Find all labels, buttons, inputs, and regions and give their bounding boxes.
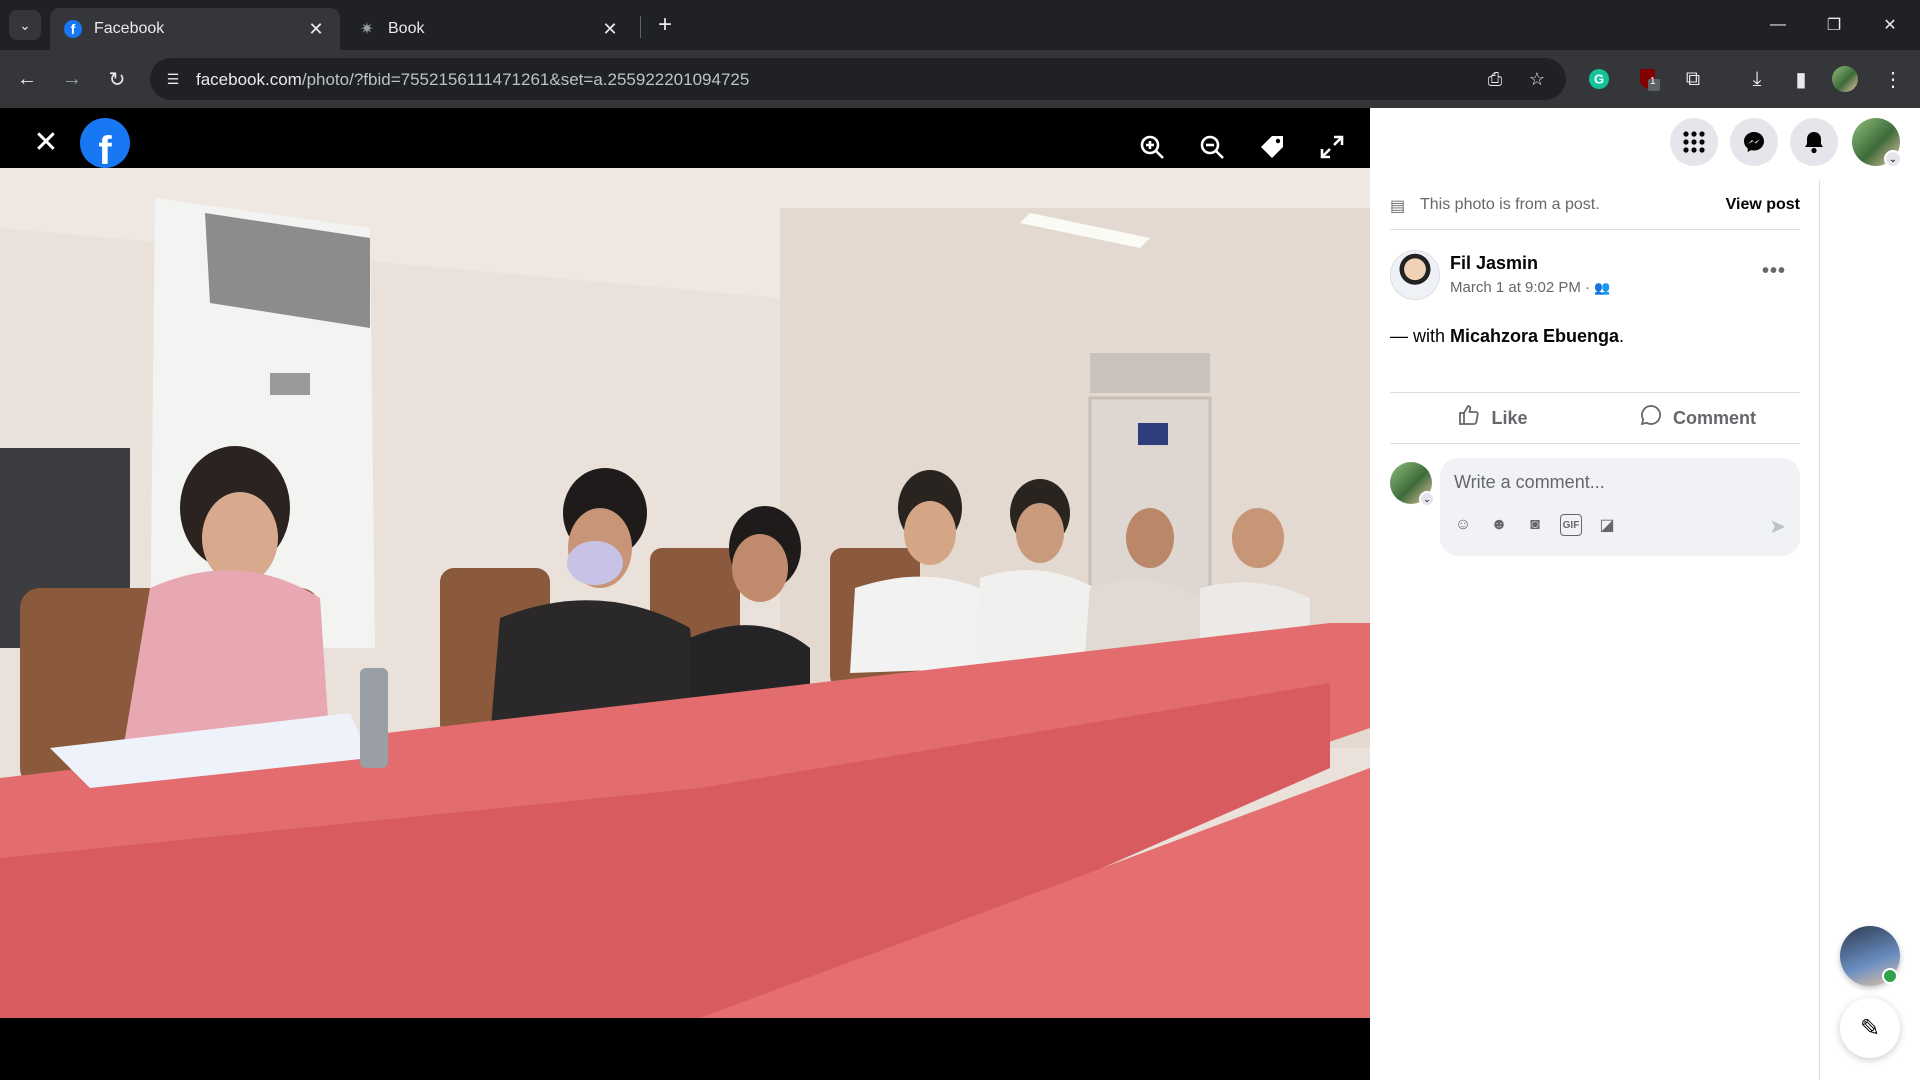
close-icon[interactable]: ✕: [28, 124, 64, 160]
comment-tools: ☺ ☻ ◙ GIF ◪: [1452, 514, 1618, 536]
tab-close-icon[interactable]: ✕: [600, 19, 620, 40]
post-photo-image: [0, 168, 1370, 1018]
close-window-button[interactable]: ✕: [1862, 0, 1918, 50]
minimize-button[interactable]: —: [1750, 0, 1806, 50]
ublock-extension-icon[interactable]: 1: [1634, 64, 1664, 94]
post-photo[interactable]: [0, 168, 1370, 1018]
chat-contact-avatar[interactable]: [1840, 926, 1900, 986]
profile-avatar-icon[interactable]: [1830, 64, 1860, 94]
fullscreen-icon[interactable]: [1315, 130, 1349, 164]
tab-close-icon[interactable]: ✕: [306, 19, 326, 40]
browser-toolbar: ← → ↻ ☰ facebook.com/photo/?fbid=7552156…: [0, 50, 1920, 108]
chevron-down-icon: ⌄: [1419, 491, 1435, 507]
tab-title: Facebook: [94, 20, 165, 37]
new-message-button[interactable]: ✎: [1840, 998, 1900, 1058]
back-button[interactable]: ←: [12, 64, 42, 94]
tab-divider: [640, 16, 641, 38]
zoom-in-icon[interactable]: [1135, 130, 1169, 164]
download-icon[interactable]: ⤓: [1742, 64, 1772, 94]
comment-placeholder: Write a comment...: [1454, 472, 1605, 492]
camera-icon[interactable]: ◙: [1524, 514, 1546, 536]
book-favicon-icon: ✷: [360, 21, 374, 38]
caption-with: — with: [1390, 326, 1451, 346]
tagged-person[interactable]: Micahzora Ebuenga: [1450, 326, 1619, 346]
svg-text:G: G: [1594, 72, 1604, 87]
more-options-icon[interactable]: •••: [1762, 260, 1786, 283]
tag-icon[interactable]: [1255, 130, 1289, 164]
post-caption: — with Micahzora Ebuenga.: [1390, 326, 1624, 347]
caption-suffix: .: [1619, 326, 1625, 346]
like-label: Like: [1491, 407, 1528, 428]
post-notice-icon: ▤: [1390, 198, 1406, 215]
grammarly-extension-icon[interactable]: G: [1584, 64, 1614, 94]
extensions-puzzle-icon[interactable]: ⧉: [1678, 64, 1708, 94]
tab-search-button[interactable]: ⌄: [9, 10, 41, 40]
install-app-icon[interactable]: ⎙: [1484, 68, 1506, 90]
comment-input[interactable]: Write a comment... ☺ ☻ ◙ GIF ◪ ➤: [1440, 458, 1800, 556]
address-bar[interactable]: ☰ facebook.com/photo/?fbid=7552156111471…: [150, 58, 1566, 100]
url-host: facebook.com: [196, 70, 302, 89]
comment-button[interactable]: Comment: [1595, 393, 1800, 443]
post-author: Fil Jasmin March 1 at 9:02 PM · 👥 •••: [1390, 250, 1800, 310]
send-icon[interactable]: ➤: [1769, 514, 1786, 539]
restore-button[interactable]: ❐: [1806, 0, 1862, 50]
facebook-header-icons: [1370, 108, 1920, 180]
emoji-icon[interactable]: ☻: [1488, 514, 1510, 536]
tab-facebook[interactable]: f Facebook ✕: [50, 8, 340, 50]
author-name[interactable]: Fil Jasmin: [1450, 253, 1538, 274]
forward-button[interactable]: →: [57, 64, 87, 94]
online-status-dot: [1882, 968, 1898, 984]
friends-audience-icon: 👥: [1594, 280, 1611, 295]
url-path: /photo/?fbid=7552156111471261&set=a.2559…: [301, 70, 750, 89]
site-info-icon[interactable]: ☰: [162, 68, 184, 90]
side-panel-icon[interactable]: ▮: [1786, 64, 1816, 94]
chevron-down-icon: ⌄: [1884, 150, 1902, 168]
new-tab-button[interactable]: +: [650, 10, 680, 40]
comment-composer: ⌄ Write a comment... ☺ ☻ ◙ GIF ◪ ➤: [1390, 458, 1800, 558]
bookmark-star-icon[interactable]: ☆: [1526, 68, 1548, 90]
tab-title: Book: [388, 20, 425, 37]
account-avatar[interactable]: ⌄: [1852, 118, 1902, 168]
reload-button[interactable]: ↻: [102, 64, 132, 94]
messenger-icon[interactable]: [1730, 118, 1778, 166]
url-text[interactable]: facebook.com/photo/?fbid=755215611147126…: [196, 70, 749, 90]
menu-grid-icon[interactable]: [1670, 118, 1718, 166]
sticker-icon[interactable]: ◪: [1596, 514, 1618, 536]
logo-letter: f: [98, 129, 112, 168]
post-notice-text: This photo is from a post.: [1420, 196, 1600, 213]
comment-bubble-icon: [1639, 403, 1663, 433]
chevron-down-icon: ⌄: [19, 16, 31, 33]
view-post-link[interactable]: View post: [1726, 196, 1800, 214]
facebook-logo-icon[interactable]: f: [80, 118, 130, 168]
commenter-avatar[interactable]: ⌄: [1390, 462, 1435, 507]
facebook-favicon-icon: f: [64, 20, 82, 38]
chrome-menu-icon[interactable]: ⋮: [1878, 64, 1908, 94]
compose-icon: ✎: [1859, 1014, 1881, 1042]
avatar-sticker-icon[interactable]: ☺: [1452, 514, 1474, 536]
thumbs-up-icon: [1457, 403, 1481, 433]
comment-label: Comment: [1672, 407, 1756, 428]
post-date-text: March 1 at 9:02 PM ·: [1450, 279, 1591, 296]
zoom-out-icon[interactable]: [1195, 130, 1229, 164]
extension-badge: 1: [1650, 76, 1656, 87]
photo-post-notice: ▤ This photo is from a post. View post: [1390, 184, 1800, 230]
photo-viewer: ✕ f: [0, 108, 1370, 1080]
like-button[interactable]: Like: [1390, 393, 1595, 443]
tab-book[interactable]: ✷ Book ✕: [344, 8, 634, 50]
author-avatar[interactable]: [1390, 250, 1440, 300]
gif-icon[interactable]: GIF: [1560, 514, 1582, 536]
notifications-bell-icon[interactable]: [1790, 118, 1838, 166]
post-actions: Like Comment: [1390, 392, 1800, 444]
browser-tab-strip: ⌄ f Facebook ✕ ✷ Book ✕ + — ❐ ✕: [0, 0, 1920, 50]
post-date[interactable]: March 1 at 9:02 PM · 👥: [1450, 279, 1610, 296]
